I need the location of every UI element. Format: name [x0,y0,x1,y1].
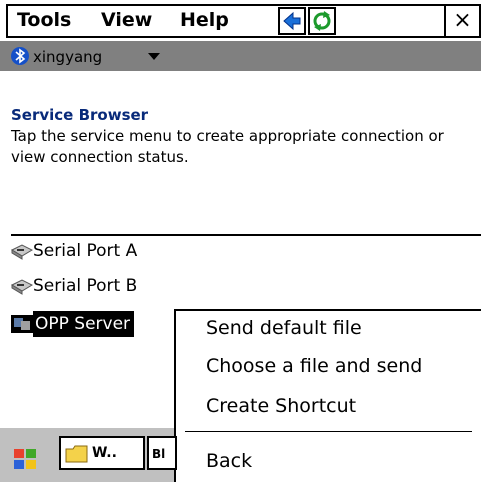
menu-help[interactable]: Help [180,9,229,31]
refresh-icon [313,11,331,31]
bluetooth-icon [11,47,29,65]
page-title: Service Browser [11,106,149,124]
list-item-label: Serial Port B [33,276,138,296]
refresh-button[interactable] [308,7,336,35]
opp-server-icon [11,315,33,333]
serial-port-icon [11,279,33,295]
menu-item-create-shortcut[interactable]: Create Shortcut [206,395,356,417]
back-arrow-icon [283,11,301,31]
list-divider [11,234,481,236]
menu-view[interactable]: View [101,9,152,31]
serial-port-icon [11,244,33,260]
menu-bar [0,0,481,40]
taskbar-button-label: W.. [92,445,117,461]
menu-item-back[interactable]: Back [206,450,252,472]
menu-tools[interactable]: Tools [17,9,71,31]
menu-item-send-default-file[interactable]: Send default file [206,317,362,339]
list-item-label: OPP Server [33,311,135,337]
windows-start-icon[interactable] [12,445,38,471]
back-arrow-button[interactable] [278,7,306,35]
menu-item-choose-file-and-send[interactable]: Choose a file and send [206,355,422,377]
menu-separator [185,431,472,432]
folder-icon [65,445,88,463]
device-name[interactable]: xingyang [33,48,102,66]
menu-bar-frame [6,4,481,38]
chevron-down-icon[interactable] [148,53,160,61]
taskbar-button-explorer[interactable]: W.. [59,436,145,470]
list-item-label: Serial Port A [33,241,138,261]
page-description: Tap the service menu to create appropria… [11,127,444,166]
taskbar-button-label: Bl [152,447,166,461]
taskbar-button-bluetooth[interactable]: Bl [147,436,177,470]
close-button[interactable]: × [444,4,481,38]
bluetooth-glyph [15,48,26,64]
